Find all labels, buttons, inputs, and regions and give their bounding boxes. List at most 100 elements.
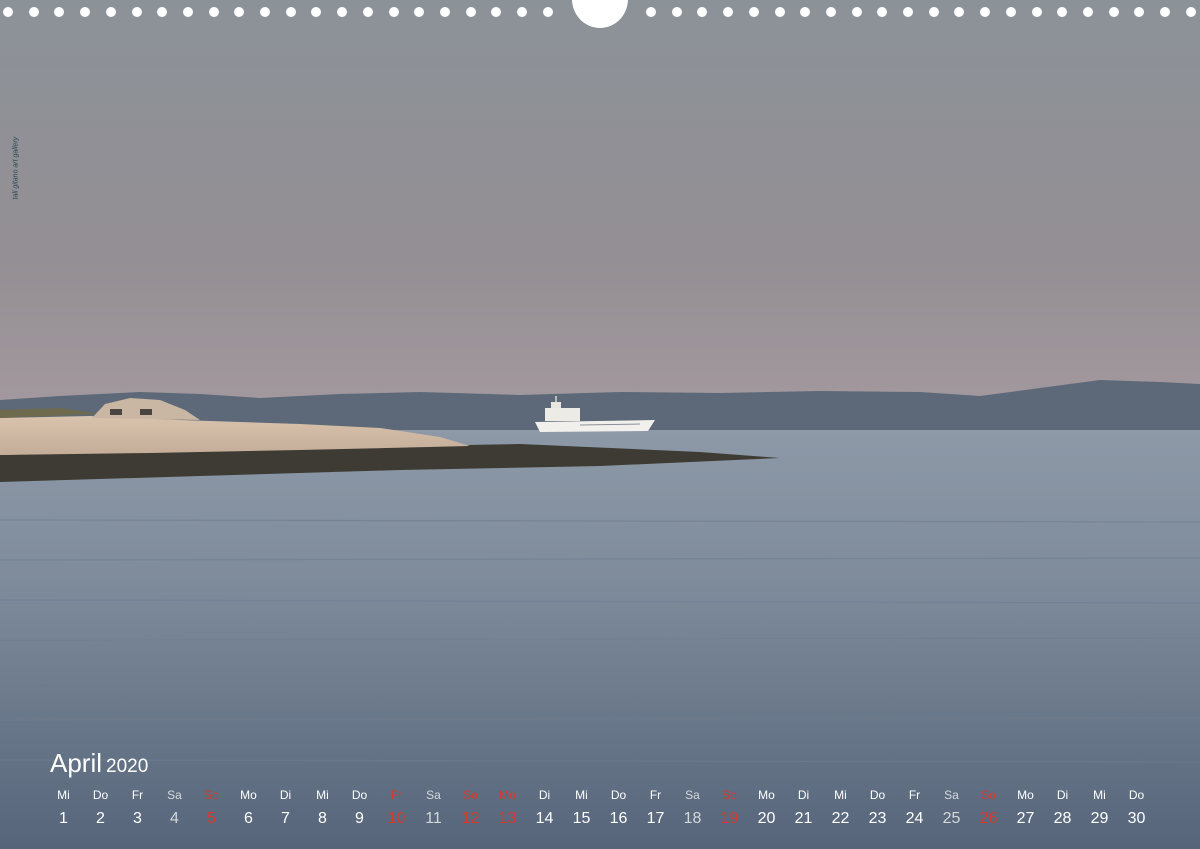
day-number: 22 — [831, 810, 850, 827]
day-name: Sa — [167, 788, 182, 802]
binding-hole — [1057, 7, 1068, 17]
day-number: 20 — [757, 810, 776, 827]
day-number: 6 — [244, 810, 253, 827]
watermark: tali gitano art gallery — [6, 75, 30, 205]
day-name: Do — [351, 788, 368, 802]
day-number: 14 — [535, 810, 554, 827]
day-number: 27 — [1016, 810, 1035, 827]
day-name: Fr — [131, 788, 144, 802]
binding-hole — [491, 7, 502, 17]
day-number: 12 — [461, 810, 480, 827]
day-name: Sa — [944, 788, 959, 802]
binding-hole — [542, 7, 553, 17]
day-number: 19 — [720, 810, 739, 827]
day-name: Mi — [575, 788, 588, 802]
binding-hole — [208, 7, 219, 17]
day-name: Do — [610, 788, 627, 802]
binding-hole — [1185, 7, 1196, 17]
binding-hole — [800, 7, 811, 17]
binding-hole — [414, 7, 425, 17]
binding-hole — [362, 7, 373, 17]
day-name: Fr — [390, 788, 403, 802]
binding-hole — [1005, 7, 1016, 17]
month-title: April 2020 — [50, 748, 148, 779]
day-name: Mi — [1093, 788, 1106, 802]
day-number: 11 — [425, 810, 442, 827]
day-number: 10 — [387, 810, 406, 827]
binding-hole — [157, 7, 168, 17]
day-number: 23 — [868, 810, 887, 827]
binding-hole — [285, 7, 296, 17]
binding-hole — [1031, 7, 1042, 17]
day-name: Mo — [758, 788, 775, 802]
month-year: 2020 — [106, 756, 149, 777]
background-photo — [0, 0, 1200, 849]
day-number: 16 — [609, 810, 628, 827]
day-number: 26 — [979, 810, 998, 827]
day-name: Sa — [426, 788, 441, 802]
binding-hole — [311, 7, 322, 17]
day-name: Mo — [1017, 788, 1034, 802]
day-number: 15 — [572, 810, 591, 827]
day-name: Sa — [685, 788, 700, 802]
binding-hole — [903, 7, 913, 17]
binding-hole — [465, 7, 476, 17]
binding-hole — [877, 7, 888, 17]
day-number: 18 — [683, 810, 702, 827]
binding-hole — [954, 7, 965, 17]
day-name: Di — [797, 788, 810, 802]
binding-hole — [182, 7, 193, 17]
month-name: April — [50, 748, 103, 778]
binding-hole — [748, 7, 759, 17]
day-number: 13 — [498, 810, 517, 827]
day-name: Mo — [240, 788, 257, 802]
day-number: 21 — [794, 810, 813, 827]
binding-hole — [3, 7, 13, 17]
day-name: Di — [538, 788, 551, 802]
binding-hole — [1082, 7, 1093, 17]
day-number: 5 — [207, 810, 216, 827]
day-name: Do — [869, 788, 886, 802]
binding-hole — [646, 7, 656, 17]
day-number: 2 — [96, 810, 105, 827]
binding-hole — [439, 7, 450, 17]
binding-hole — [517, 7, 527, 17]
binding-hole — [105, 7, 116, 17]
day-number: 8 — [318, 810, 327, 827]
binding-hole — [980, 7, 991, 17]
binding-hole — [388, 7, 399, 17]
binding-hole — [671, 7, 682, 17]
day-number: 3 — [133, 810, 142, 827]
day-name: Do — [92, 788, 109, 802]
day-name: So — [204, 788, 219, 802]
day-number: 17 — [646, 810, 665, 827]
day-name: Di — [279, 788, 292, 802]
binding-hole — [337, 7, 348, 17]
day-number: 7 — [281, 810, 290, 827]
day-number: 30 — [1127, 810, 1146, 827]
binding-hole — [1160, 7, 1170, 17]
binding-hole — [131, 7, 142, 17]
day-number: 1 — [59, 810, 68, 827]
day-name: Mi — [316, 788, 329, 802]
day-name: Mi — [834, 788, 847, 802]
binding-hole — [234, 7, 245, 17]
binding-hole — [1108, 7, 1119, 17]
binding-hole — [774, 7, 785, 17]
day-number: 28 — [1053, 810, 1072, 827]
day-number: 9 — [355, 810, 364, 827]
day-name: Mi — [57, 788, 70, 802]
day-name: So — [722, 788, 737, 802]
day-name: Fr — [649, 788, 662, 802]
binding-hole — [28, 7, 39, 17]
day-name: Di — [1056, 788, 1069, 802]
binding-hole — [723, 7, 734, 17]
day-name: Fr — [908, 788, 921, 802]
binding-hole — [851, 7, 862, 17]
day-name: Do — [1128, 788, 1145, 802]
sky — [0, 0, 1200, 432]
binding-hole — [54, 7, 65, 17]
day-name: Mo — [499, 788, 516, 802]
day-name: So — [981, 788, 996, 802]
binding-hole — [928, 7, 939, 17]
